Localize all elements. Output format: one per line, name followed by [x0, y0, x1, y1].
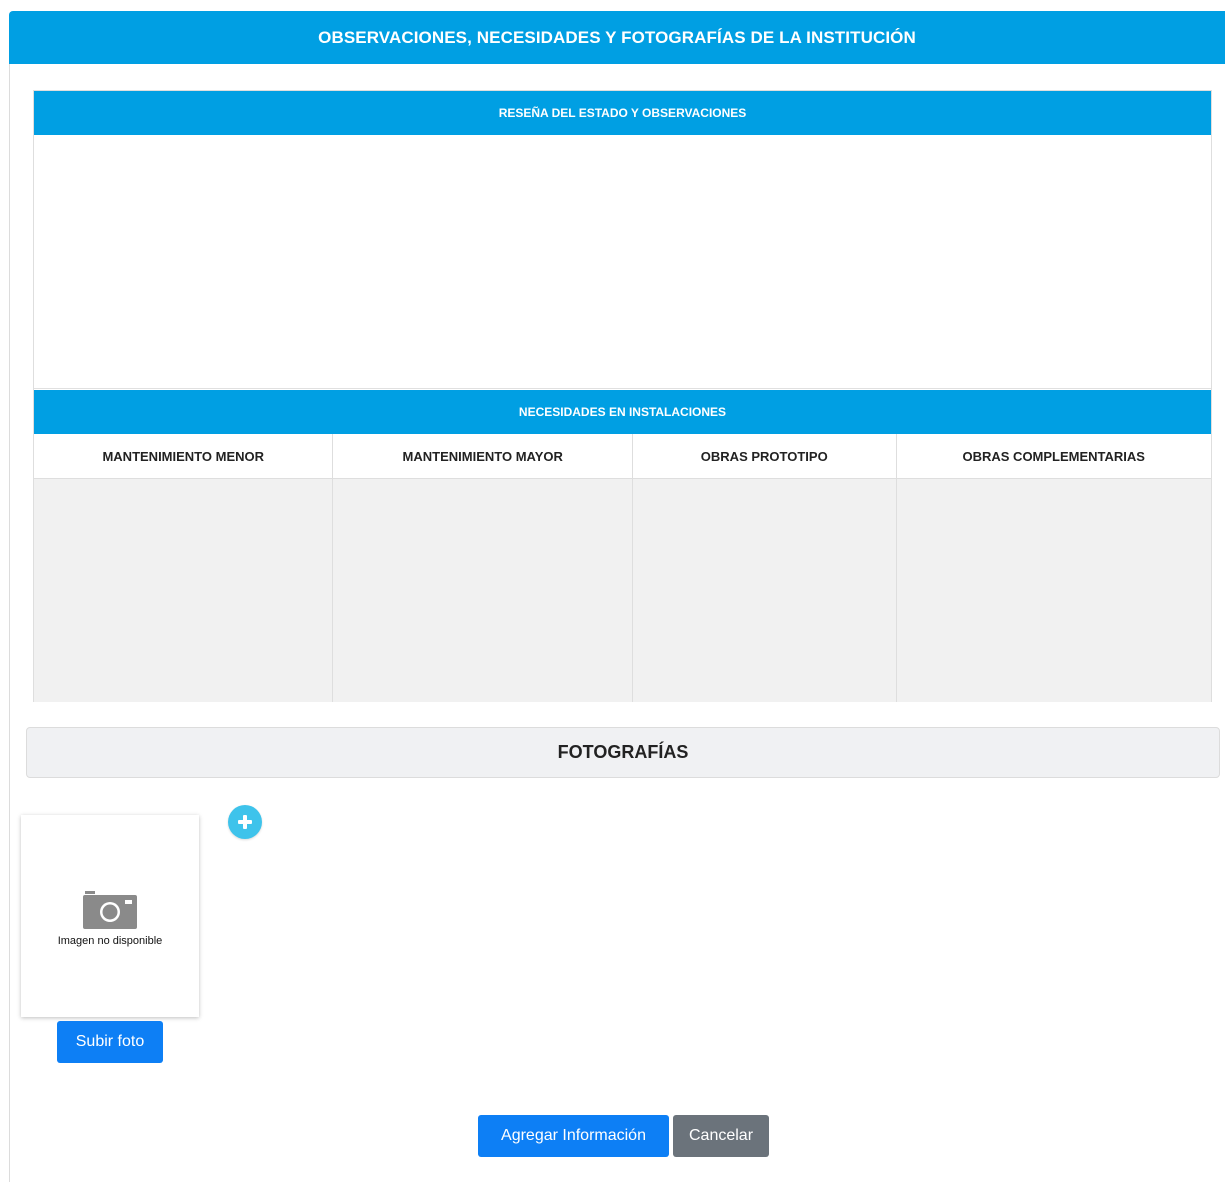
- camera-icon: [83, 891, 137, 929]
- necesidades-section-title: NECESIDADES EN INSTALACIONES: [34, 390, 1211, 434]
- photo-placeholder-caption: Imagen no disponible: [57, 935, 163, 947]
- column-header-obras-prototipo: OBRAS PROTOTIPO: [632, 434, 896, 479]
- resena-textarea[interactable]: [34, 135, 1211, 389]
- page-title: OBSERVACIONES, NECESIDADES Y FOTOGRAFÍAS…: [9, 11, 1225, 64]
- cancel-button[interactable]: Cancelar: [673, 1115, 769, 1157]
- left-border: [9, 64, 10, 1182]
- mantenimiento-mayor-input[interactable]: [333, 479, 632, 702]
- necesidades-table: MANTENIMIENTO MENOR MANTENIMIENTO MAYOR …: [34, 434, 1211, 702]
- add-photo-button[interactable]: [228, 805, 262, 839]
- column-mantenimiento-menor: MANTENIMIENTO MENOR: [34, 434, 334, 702]
- column-obras-complementarias: OBRAS COMPLEMENTARIAS: [896, 434, 1211, 702]
- column-header-mantenimiento-mayor: MANTENIMIENTO MAYOR: [333, 434, 632, 479]
- photo-placeholder-card: Imagen no disponible: [21, 815, 199, 1017]
- column-header-mantenimiento-menor: MANTENIMIENTO MENOR: [34, 434, 333, 479]
- obras-complementarias-input[interactable]: [896, 479, 1211, 702]
- plus-circle-icon: [238, 815, 252, 829]
- column-header-obras-complementarias: OBRAS COMPLEMENTARIAS: [896, 434, 1211, 479]
- obras-prototipo-input[interactable]: [632, 479, 896, 702]
- fotografias-section-title: FOTOGRAFÍAS: [26, 727, 1220, 778]
- resena-section-title: RESEÑA DEL ESTADO Y OBSERVACIONES: [34, 91, 1211, 135]
- submit-button[interactable]: Agregar Información: [478, 1115, 669, 1157]
- observations-panel: RESEÑA DEL ESTADO Y OBSERVACIONES NECESI…: [33, 90, 1212, 702]
- column-mantenimiento-mayor: MANTENIMIENTO MAYOR: [333, 434, 633, 702]
- column-obras-prototipo: OBRAS PROTOTIPO: [632, 434, 897, 702]
- upload-photo-button[interactable]: Subir foto: [57, 1021, 163, 1063]
- mantenimiento-menor-input[interactable]: [34, 479, 333, 702]
